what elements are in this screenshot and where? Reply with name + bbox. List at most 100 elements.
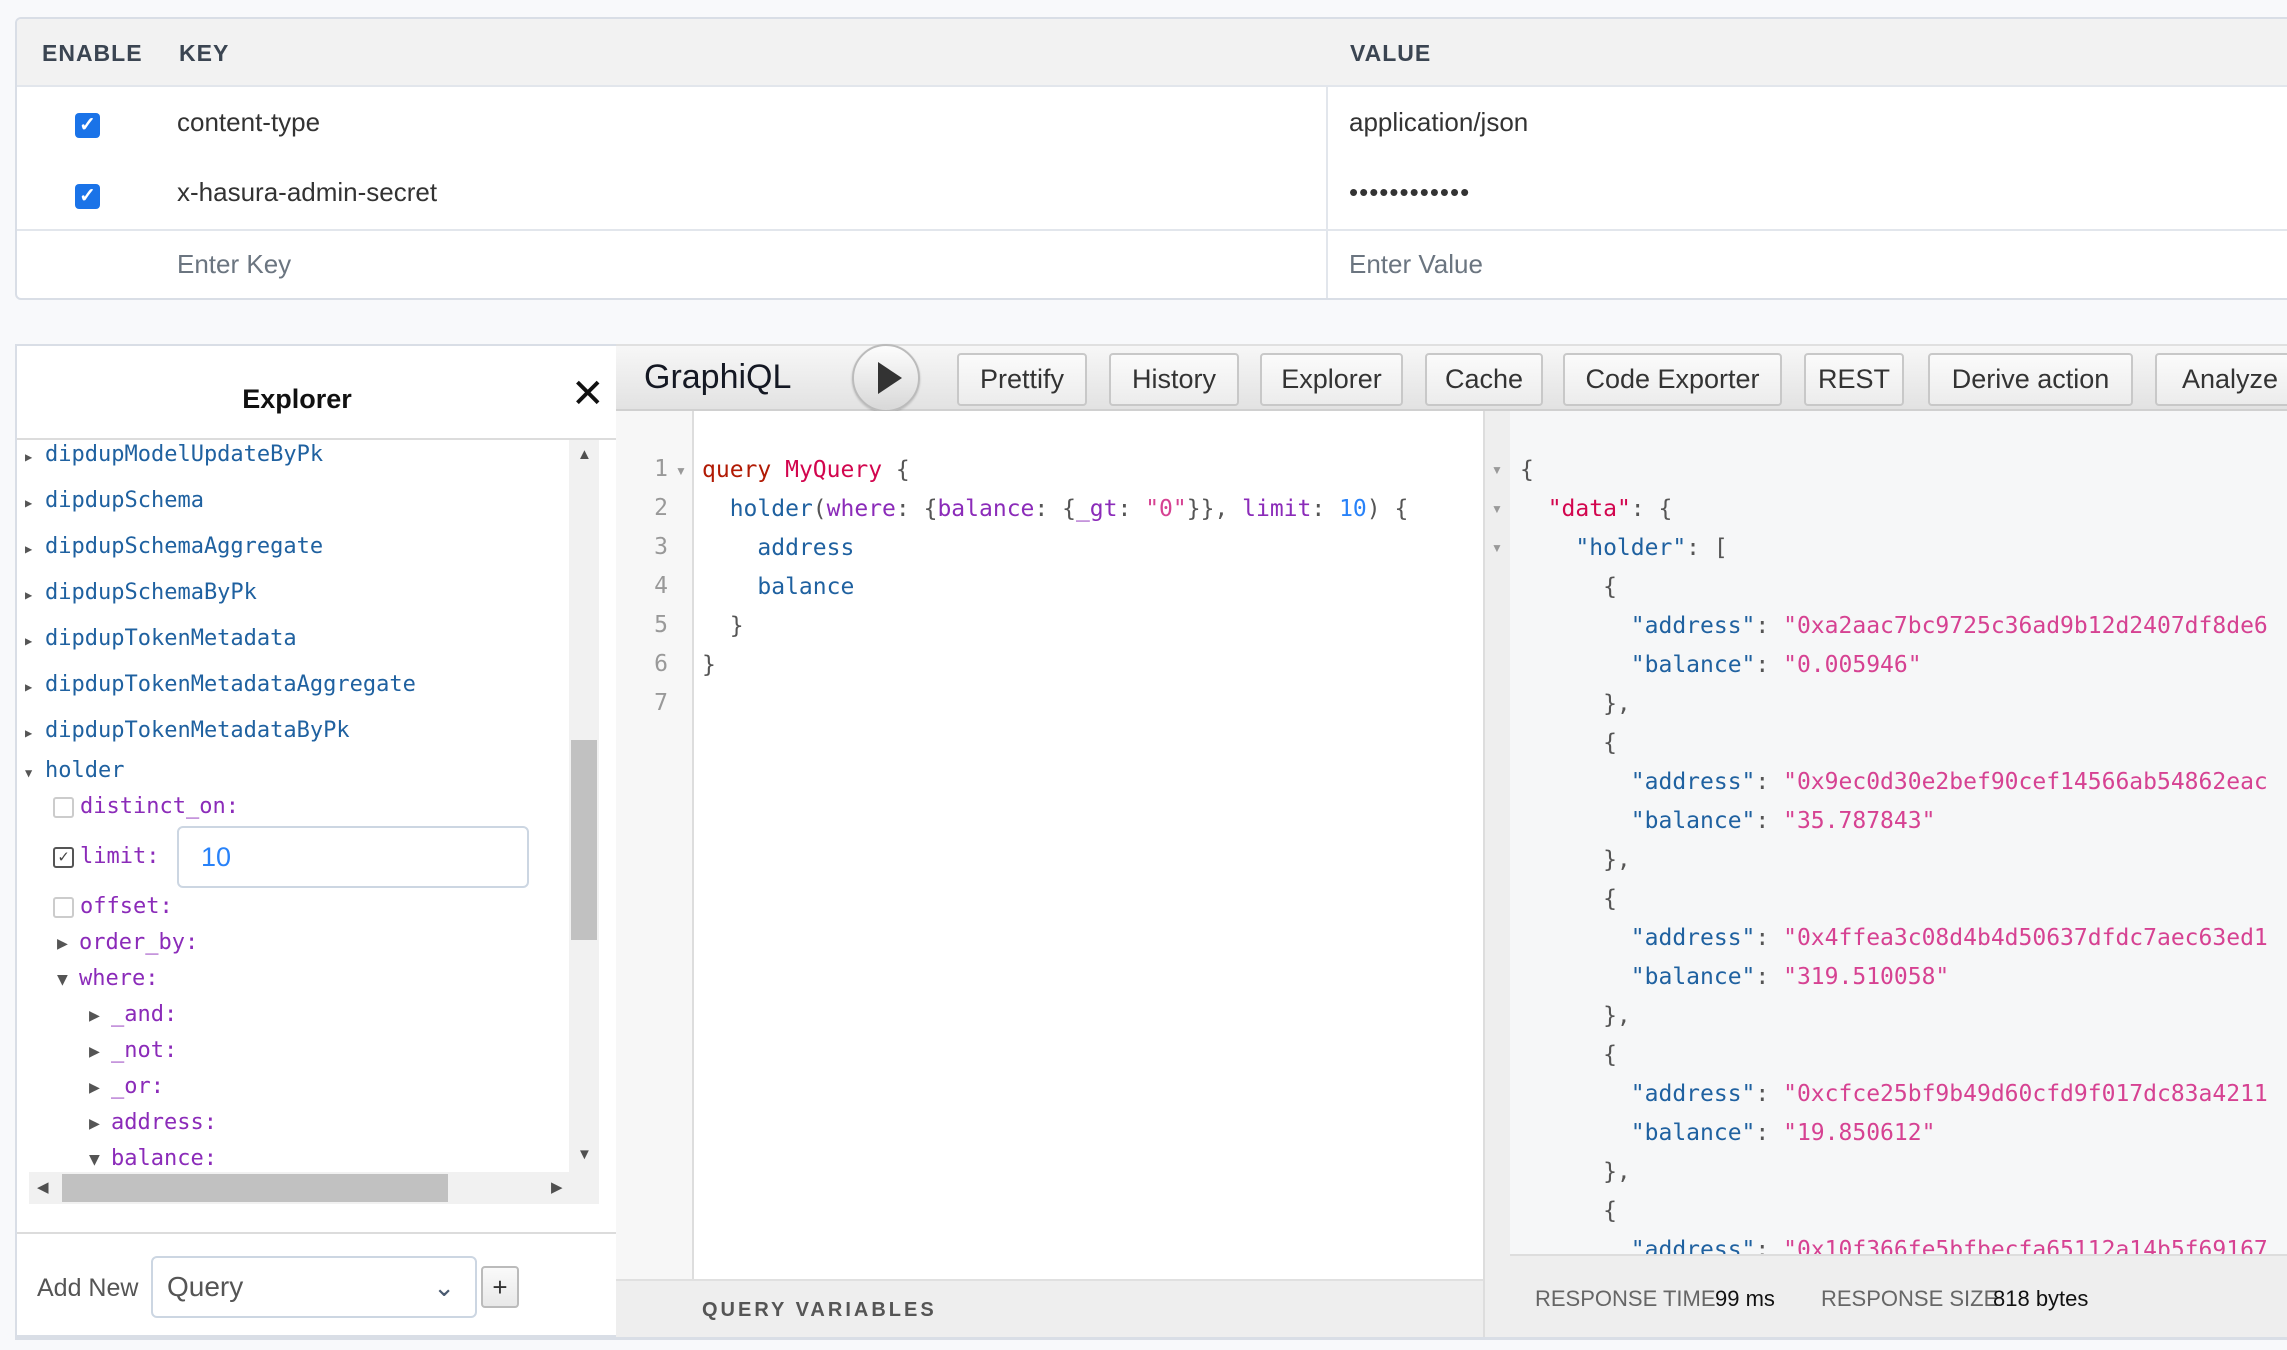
scroll-left-icon[interactable]: ◀ bbox=[37, 1178, 49, 1196]
code-token: : [ bbox=[1686, 535, 1728, 561]
explorer-field[interactable]: ▶ dipdupTokenMetadataByPk bbox=[25, 717, 350, 747]
enable-checkbox-admin-secret[interactable]: ✓ bbox=[75, 184, 100, 209]
where-field[interactable]: ▶ _and: bbox=[89, 1001, 177, 1030]
value-input[interactable]: Enter Value bbox=[1349, 249, 1483, 280]
code-token: { bbox=[1520, 886, 1617, 912]
explorer-field[interactable]: ▶ dipdupSchema bbox=[25, 487, 204, 517]
code-token: "balance" bbox=[1630, 808, 1756, 834]
code-token: : bbox=[1755, 1081, 1784, 1107]
column-divider bbox=[1326, 87, 1328, 298]
explorer-title: Explorer bbox=[242, 384, 352, 414]
checkbox[interactable] bbox=[53, 796, 74, 818]
where-field[interactable]: ▼ balance: bbox=[89, 1145, 217, 1174]
code-token: "address" bbox=[1630, 769, 1756, 795]
field-name: dipdupSchema bbox=[45, 488, 204, 513]
field-name: dipdupTokenMetadataAggregate bbox=[45, 672, 416, 697]
arg-where[interactable]: ▼ where: bbox=[57, 965, 158, 994]
code-token: : bbox=[1755, 769, 1784, 795]
explorer-field[interactable]: ▶ dipdupSchemaByPk bbox=[25, 579, 257, 609]
toolbar-button-prettify[interactable]: Prettify bbox=[957, 353, 1087, 406]
code-token: : bbox=[1117, 496, 1146, 522]
code-line: }, bbox=[1520, 1001, 1631, 1031]
chevron-down-icon: ⌄ bbox=[433, 1272, 455, 1302]
where-field[interactable]: ▶ _or: bbox=[89, 1073, 164, 1102]
scroll-up-icon[interactable]: ▲ bbox=[577, 446, 592, 463]
arg-order-by[interactable]: ▶ order_by: bbox=[57, 929, 198, 958]
fold-icon[interactable]: ▼ bbox=[1491, 463, 1503, 477]
code-line: } bbox=[702, 650, 716, 680]
where-field[interactable]: ▶ _not: bbox=[89, 1037, 177, 1066]
toolbar-button-explorer[interactable]: Explorer bbox=[1260, 353, 1403, 406]
code-token: : bbox=[1311, 496, 1340, 522]
code-token: _gt bbox=[1075, 496, 1118, 522]
query-variables-label: QUERY VARIABLES bbox=[702, 1299, 937, 1321]
code-token: 10 bbox=[1339, 496, 1367, 522]
code-token: address bbox=[757, 535, 855, 561]
toolbar-button-analyze[interactable]: Analyze bbox=[2155, 353, 2287, 406]
header-value[interactable]: application/json bbox=[1349, 107, 1528, 138]
vertical-scrollbar[interactable]: ▲ ▼ bbox=[569, 440, 599, 1172]
scroll-right-icon[interactable]: ▶ bbox=[551, 1178, 563, 1196]
code-line: } bbox=[702, 611, 744, 641]
response-stats: RESPONSE TIME 99 ms RESPONSE SIZE 818 by… bbox=[1510, 1254, 2287, 1337]
arg-distinct-on[interactable]: distinct_on: bbox=[53, 793, 239, 821]
fold-icon[interactable]: ▼ bbox=[675, 464, 687, 478]
response-size: 818 bytes bbox=[1993, 1286, 2089, 1311]
code-token: }, bbox=[1520, 847, 1631, 873]
code-token: : { bbox=[895, 496, 938, 522]
fold-icon[interactable]: ▼ bbox=[1491, 502, 1503, 516]
divider bbox=[17, 1232, 617, 1234]
explorer-field[interactable]: ▶ dipdupTokenMetadata bbox=[25, 625, 297, 655]
close-icon[interactable]: ✕ bbox=[571, 374, 605, 414]
explorer-panel: Explorer ✕ ▼ holder distinct_on: ✓ limit: … bbox=[15, 344, 617, 1337]
header-key[interactable]: x-hasura-admin-secret bbox=[177, 177, 437, 208]
toolbar-button-rest[interactable]: REST bbox=[1804, 353, 1904, 406]
checkbox-checked[interactable]: ✓ bbox=[53, 846, 74, 868]
code-token: MyQuery bbox=[785, 457, 883, 483]
code-token: "35.787843" bbox=[1783, 808, 1936, 834]
horizontal-scrollbar[interactable]: ◀ ▶ bbox=[29, 1172, 599, 1204]
execute-query-button[interactable] bbox=[852, 344, 920, 412]
where-field[interactable]: ▶ address: bbox=[89, 1109, 217, 1138]
code-token: "19.850612" bbox=[1783, 1120, 1936, 1146]
code-token: : bbox=[1755, 1120, 1784, 1146]
scrollbar-thumb[interactable] bbox=[62, 1174, 448, 1202]
operation-type-select[interactable]: Query ⌄ bbox=[151, 1256, 477, 1318]
code-token: "0xa2aac7bc9725c36ad9b12d2407df8de6 bbox=[1783, 613, 2268, 639]
explorer-field[interactable]: ▶ dipdupSchemaAggregate bbox=[25, 533, 323, 563]
play-icon bbox=[878, 362, 902, 394]
toolbar-button-code-exporter[interactable]: Code Exporter bbox=[1563, 353, 1782, 406]
code-line: "holder": [ bbox=[1520, 533, 1728, 563]
code-line: address bbox=[702, 533, 854, 563]
divider bbox=[15, 1337, 2287, 1340]
arg-limit[interactable]: ✓ limit: bbox=[53, 843, 159, 871]
toolbar-button-cache[interactable]: Cache bbox=[1425, 353, 1543, 406]
scrollbar-thumb[interactable] bbox=[571, 740, 597, 940]
code-line: "balance": "35.787843" bbox=[1520, 806, 1936, 836]
checkbox[interactable] bbox=[53, 896, 74, 918]
header-value-masked[interactable]: •••••••••••• bbox=[1349, 177, 1470, 208]
result-viewer: { "data": { "holder": [ { "address": "0x… bbox=[1510, 411, 2287, 1254]
headers-table-header: ENABLE KEY VALUE bbox=[17, 19, 2287, 87]
add-operation-button[interactable]: + bbox=[481, 1266, 519, 1308]
fold-icon[interactable]: ▼ bbox=[1491, 541, 1503, 555]
arg-offset[interactable]: offset: bbox=[53, 893, 173, 921]
limit-input[interactable]: 10 bbox=[177, 826, 529, 888]
explorer-field-holder[interactable]: ▼ holder bbox=[25, 757, 124, 787]
toolbar-button-history[interactable]: History bbox=[1109, 353, 1239, 406]
scroll-down-icon[interactable]: ▼ bbox=[577, 1146, 592, 1163]
enable-checkbox-content-type[interactable]: ✓ bbox=[75, 113, 100, 138]
key-input[interactable]: Enter Key bbox=[177, 249, 291, 280]
query-variables-bar[interactable]: QUERY VARIABLES bbox=[616, 1279, 1483, 1337]
header-key[interactable]: content-type bbox=[177, 107, 320, 138]
field-name: _and: bbox=[111, 1002, 178, 1027]
explorer-field[interactable]: ▶ dipdupModelUpdateByPk bbox=[25, 441, 323, 471]
toolbar-button-derive-action[interactable]: Derive action bbox=[1928, 353, 2133, 406]
code-token: }}, bbox=[1186, 496, 1243, 522]
code-line: { bbox=[1520, 728, 1617, 758]
explorer-field[interactable]: ▶ dipdupTokenMetadataAggregate bbox=[25, 671, 416, 701]
caret-right-icon: ▶ bbox=[25, 496, 33, 510]
